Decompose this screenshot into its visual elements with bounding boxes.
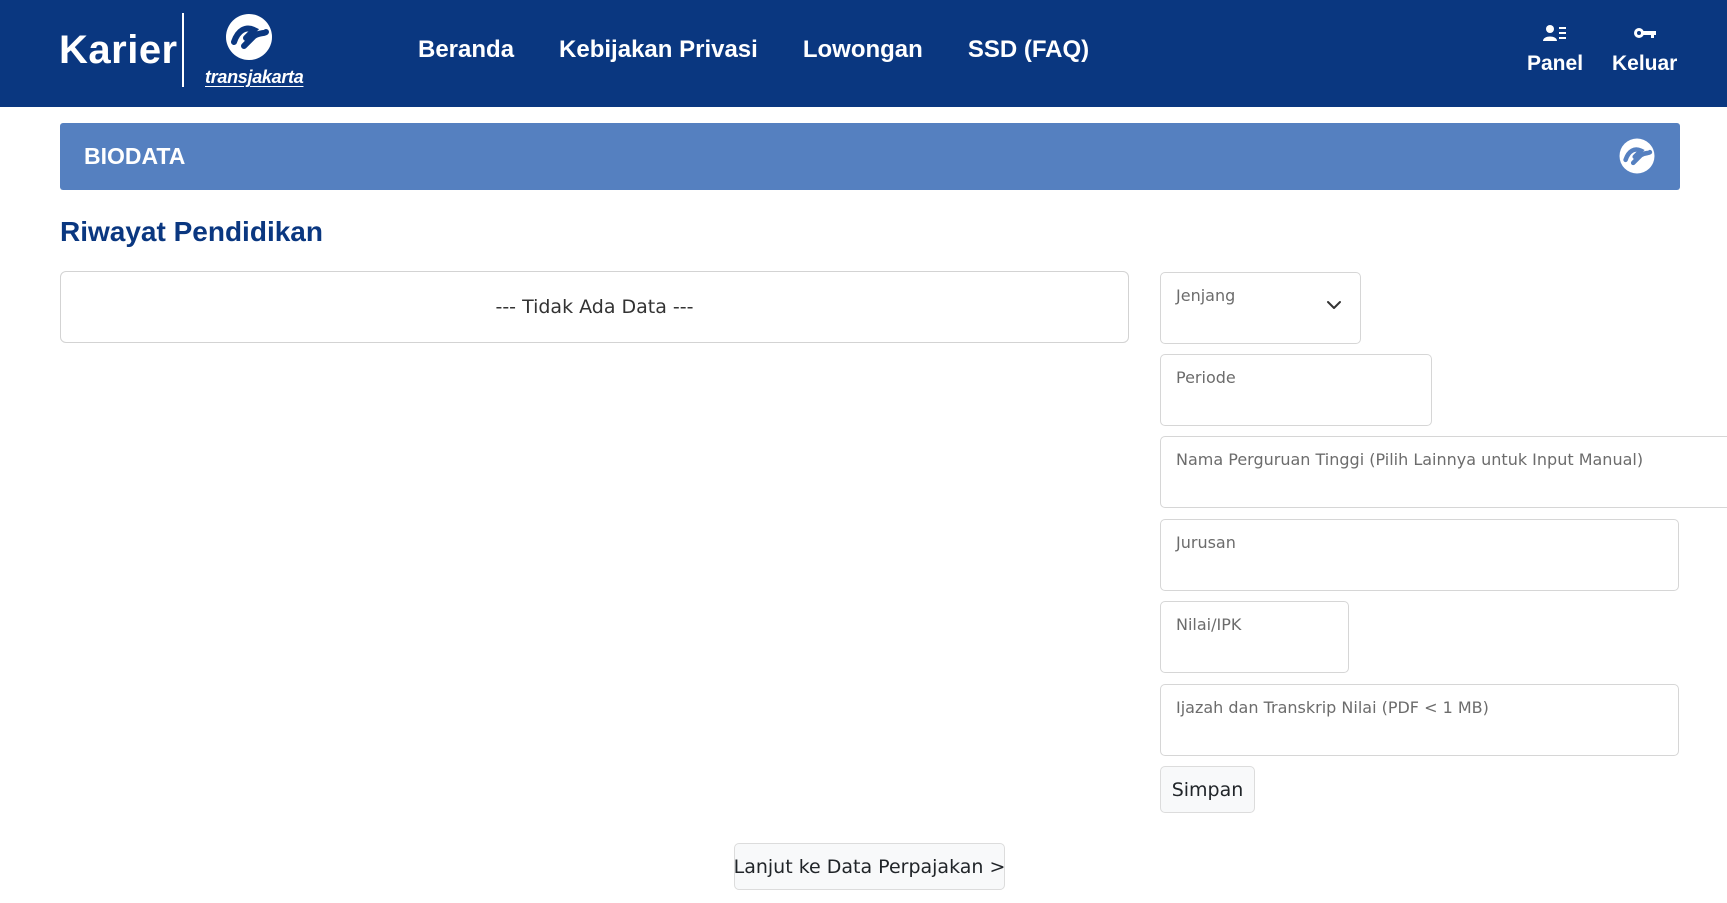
transjakarta-logo[interactable]: transjakarta xyxy=(200,10,304,90)
education-list-empty: --- Tidak Ada Data --- xyxy=(60,271,1129,343)
chevron-down-icon xyxy=(1327,301,1341,309)
nav-lowongan[interactable]: Lowongan xyxy=(803,36,923,64)
biodata-title: BIODATA xyxy=(84,143,186,169)
key-icon xyxy=(1612,20,1677,46)
top-navbar: Karier transjakarta Beranda Kebijakan Pr… xyxy=(0,0,1727,107)
periode-placeholder: Periode xyxy=(1176,368,1236,387)
nav-beranda[interactable]: Beranda xyxy=(418,36,514,64)
nav-kebijakan-privasi[interactable]: Kebijakan Privasi xyxy=(559,36,758,64)
jenjang-placeholder: Jenjang xyxy=(1176,286,1236,305)
transjakarta-logo-icon xyxy=(1619,138,1655,174)
simpan-button[interactable]: Simpan xyxy=(1160,766,1255,813)
main-nav: Beranda Kebijakan Privasi Lowongan SSD (… xyxy=(418,36,1134,64)
empty-message: --- Tidak Ada Data --- xyxy=(495,296,694,318)
nav-ssd-faq[interactable]: SSD (FAQ) xyxy=(968,36,1089,64)
jenjang-select[interactable]: Jenjang xyxy=(1160,272,1361,344)
user-list-icon xyxy=(1527,20,1583,46)
brand-title[interactable]: Karier xyxy=(59,28,178,73)
nilai-placeholder: Nilai/IPK xyxy=(1176,615,1242,634)
jurusan-placeholder: Jurusan xyxy=(1176,533,1236,552)
ijazah-upload-field[interactable]: Ijazah dan Transkrip Nilai (PDF < 1 MB) xyxy=(1160,684,1679,756)
keluar-button[interactable]: Keluar xyxy=(1612,20,1677,76)
periode-field[interactable]: Periode xyxy=(1160,354,1432,426)
lanjut-data-perpajakan-button[interactable]: Lanjut ke Data Perpajakan > xyxy=(734,843,1005,890)
nama-perguruan-placeholder: Nama Perguruan Tinggi (Pilih Lainnya unt… xyxy=(1176,450,1644,469)
nilai-ipk-field[interactable]: Nilai/IPK xyxy=(1160,601,1349,673)
panel-button[interactable]: Panel xyxy=(1527,20,1583,76)
nama-perguruan-tinggi-field[interactable]: Nama Perguruan Tinggi (Pilih Lainnya unt… xyxy=(1160,436,1727,508)
panel-label: Panel xyxy=(1527,52,1584,75)
brand-divider xyxy=(182,13,184,87)
ijazah-placeholder: Ijazah dan Transkrip Nilai (PDF < 1 MB) xyxy=(1176,698,1489,717)
transjakarta-logo-icon xyxy=(226,14,272,60)
section-title: Riwayat Pendidikan xyxy=(60,216,323,247)
jurusan-field[interactable]: Jurusan xyxy=(1160,519,1679,591)
logo-wordmark: transjakarta xyxy=(205,67,304,87)
keluar-label: Keluar xyxy=(1612,52,1678,75)
biodata-header-bar: BIODATA xyxy=(60,123,1680,190)
